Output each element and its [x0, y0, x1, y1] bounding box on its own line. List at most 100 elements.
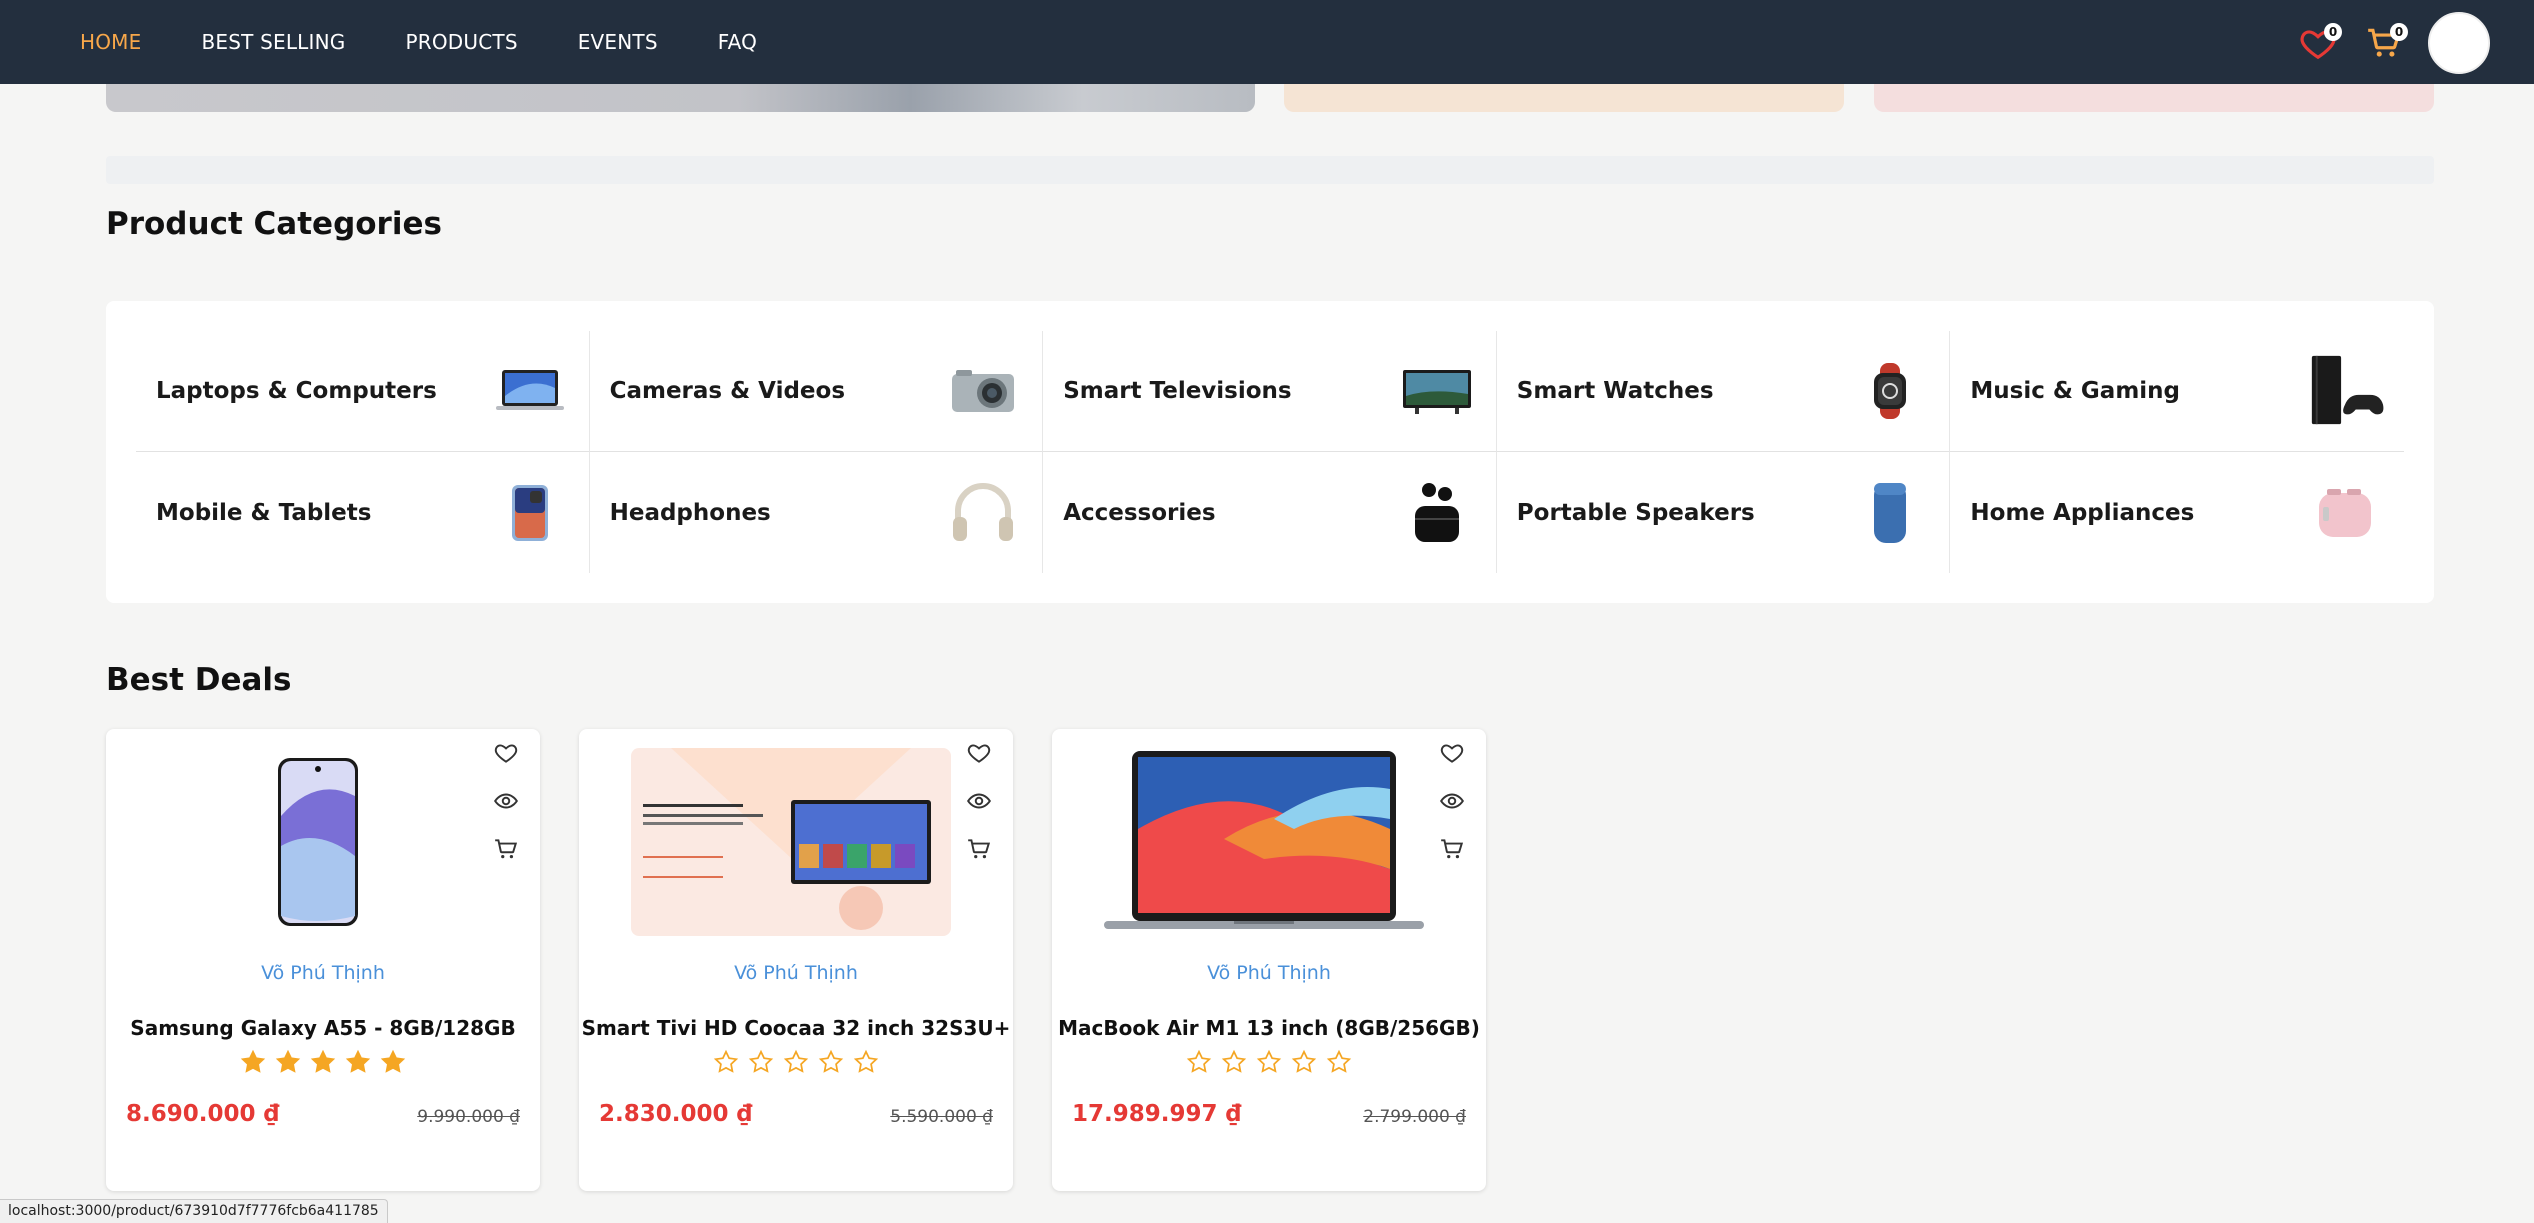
category-label: Accessories — [1063, 499, 1216, 526]
star-outline-icon — [1186, 1049, 1212, 1073]
headphones-icon — [944, 474, 1022, 552]
cart-icon — [968, 839, 991, 859]
add-to-cart-button[interactable] — [492, 835, 520, 863]
product-price: 2.830.000 ₫ — [599, 1101, 753, 1127]
category-label: Smart Watches — [1516, 378, 1714, 404]
wishlist-count-badge: 0 — [2324, 23, 2342, 41]
category-label: Headphones — [609, 499, 771, 526]
nav-best-selling[interactable]: BEST SELLING — [201, 30, 345, 54]
browser-status-url: localhost:3000/product/673910d7f7776fcb6… — [0, 1199, 388, 1223]
star-outline-icon — [1256, 1049, 1282, 1073]
category-cameras[interactable]: Cameras & Videos — [589, 331, 1044, 452]
speaker-icon — [1851, 474, 1929, 552]
product-card[interactable]: Võ Phú Thịnh MacBook Air M1 13 inch (8GB… — [1052, 729, 1486, 1191]
earbuds-icon — [1398, 474, 1476, 552]
category-label: Laptops & Computers — [156, 378, 437, 404]
console-icon — [2306, 352, 2384, 430]
product-name[interactable]: Smart Tivi HD Coocaa 32 inch 32S3U+ — [579, 1016, 1013, 1040]
laptop-image — [1104, 751, 1424, 929]
cart-icon — [1441, 839, 1464, 859]
heart-outline-icon — [1440, 744, 1464, 763]
wishlist-toggle[interactable] — [965, 739, 993, 767]
original-price: 9.990.000 ₫ — [417, 1107, 520, 1127]
category-headphones[interactable]: Headphones — [590, 452, 1044, 573]
category-home-appliances[interactable]: Home Appliances — [1950, 452, 2404, 573]
product-price: 17.989.997 ₫ — [1072, 1101, 1242, 1127]
star-filled-icon — [380, 1049, 406, 1073]
nav-home[interactable]: HOME — [80, 30, 141, 54]
product-price: 8.690.000 ₫ — [126, 1101, 280, 1127]
star-filled-icon — [275, 1049, 301, 1073]
nav-links: HOME BEST SELLING PRODUCTS EVENTS FAQ — [80, 30, 757, 54]
star-outline-icon — [748, 1049, 774, 1073]
category-label: Home Appliances — [1970, 499, 2195, 526]
eye-icon — [967, 793, 991, 809]
seller-name[interactable]: Võ Phú Thịnh — [1052, 962, 1486, 984]
product-name[interactable]: MacBook Air M1 13 inch (8GB/256GB) — [1052, 1016, 1486, 1040]
category-smart-watches[interactable]: Smart Watches — [1496, 331, 1951, 452]
top-navbar: HOME BEST SELLING PRODUCTS EVENTS FAQ 0 … — [0, 0, 2534, 84]
quick-view-button[interactable] — [965, 787, 993, 815]
wishlist-toggle[interactable] — [492, 739, 520, 767]
category-label: Smart Televisions — [1063, 378, 1292, 404]
banner-strip — [106, 156, 2434, 184]
wishlist-toggle[interactable] — [1438, 739, 1466, 767]
user-avatar[interactable] — [2428, 12, 2490, 74]
category-accessories[interactable]: Accessories — [1043, 452, 1497, 573]
eye-icon — [1440, 793, 1464, 809]
card-actions — [492, 739, 520, 863]
category-music-gaming[interactable]: Music & Gaming — [1950, 331, 2404, 452]
star-outline-icon — [1291, 1049, 1317, 1073]
category-mobile-tablets[interactable]: Mobile & Tablets — [136, 452, 590, 573]
heart-outline-icon — [494, 744, 518, 763]
nav-actions: 0 0 — [2296, 12, 2490, 74]
category-label: Mobile & Tablets — [156, 499, 372, 526]
star-outline-icon — [783, 1049, 809, 1073]
star-outline-icon — [1221, 1049, 1247, 1073]
add-to-cart-button[interactable] — [1438, 835, 1466, 863]
product-image[interactable] — [631, 747, 951, 937]
cart-count-badge: 0 — [2390, 23, 2408, 41]
nav-products[interactable]: PRODUCTS — [406, 30, 518, 54]
star-filled-icon — [345, 1049, 371, 1073]
add-to-cart-button[interactable] — [965, 835, 993, 863]
star-outline-icon — [853, 1049, 879, 1073]
category-label: Portable Speakers — [1516, 499, 1755, 526]
cart-icon — [495, 839, 518, 859]
cart-button[interactable]: 0 — [2362, 21, 2408, 65]
nav-events[interactable]: EVENTS — [578, 30, 658, 54]
quick-view-button[interactable] — [1438, 787, 1466, 815]
product-image[interactable] — [158, 747, 478, 937]
wishlist-button[interactable]: 0 — [2296, 21, 2342, 65]
original-price: 5.590.000 ₫ — [890, 1107, 993, 1127]
star-outline-icon — [713, 1049, 739, 1073]
rating-stars — [1052, 1049, 1486, 1075]
nav-faq[interactable]: FAQ — [718, 30, 757, 54]
toaster-icon — [2306, 474, 2384, 552]
eye-icon — [494, 793, 518, 809]
heart-outline-icon — [967, 744, 991, 763]
seller-name[interactable]: Võ Phú Thịnh — [579, 962, 1013, 984]
star-filled-icon — [240, 1049, 266, 1073]
original-price: 2.799.000 ₫ — [1363, 1107, 1466, 1127]
product-image[interactable] — [1104, 747, 1424, 937]
categories-title: Product Categories — [106, 206, 442, 242]
product-card[interactable]: Võ Phú Thịnh Smart Tivi HD Coocaa 32 inc… — [579, 729, 1013, 1191]
watch-icon — [1851, 352, 1929, 430]
categories-panel: Laptops & Computers Cameras & Videos Sma… — [106, 301, 2434, 603]
rating-stars — [106, 1049, 540, 1075]
star-outline-icon — [1326, 1049, 1352, 1073]
phone-icon — [491, 474, 569, 552]
product-name[interactable]: Samsung Galaxy A55 - 8GB/128GB — [106, 1016, 540, 1040]
category-laptops[interactable]: Laptops & Computers — [136, 331, 590, 452]
category-label: Cameras & Videos — [609, 378, 846, 404]
product-card[interactable]: Võ Phú Thịnh Samsung Galaxy A55 - 8GB/12… — [106, 729, 540, 1191]
card-actions — [1438, 739, 1466, 863]
category-televisions[interactable]: Smart Televisions — [1043, 331, 1497, 452]
laptop-icon — [491, 352, 569, 430]
seller-name[interactable]: Võ Phú Thịnh — [106, 962, 540, 984]
category-portable-speakers[interactable]: Portable Speakers — [1497, 452, 1951, 573]
star-outline-icon — [818, 1049, 844, 1073]
tv-icon — [1398, 352, 1476, 430]
quick-view-button[interactable] — [492, 787, 520, 815]
